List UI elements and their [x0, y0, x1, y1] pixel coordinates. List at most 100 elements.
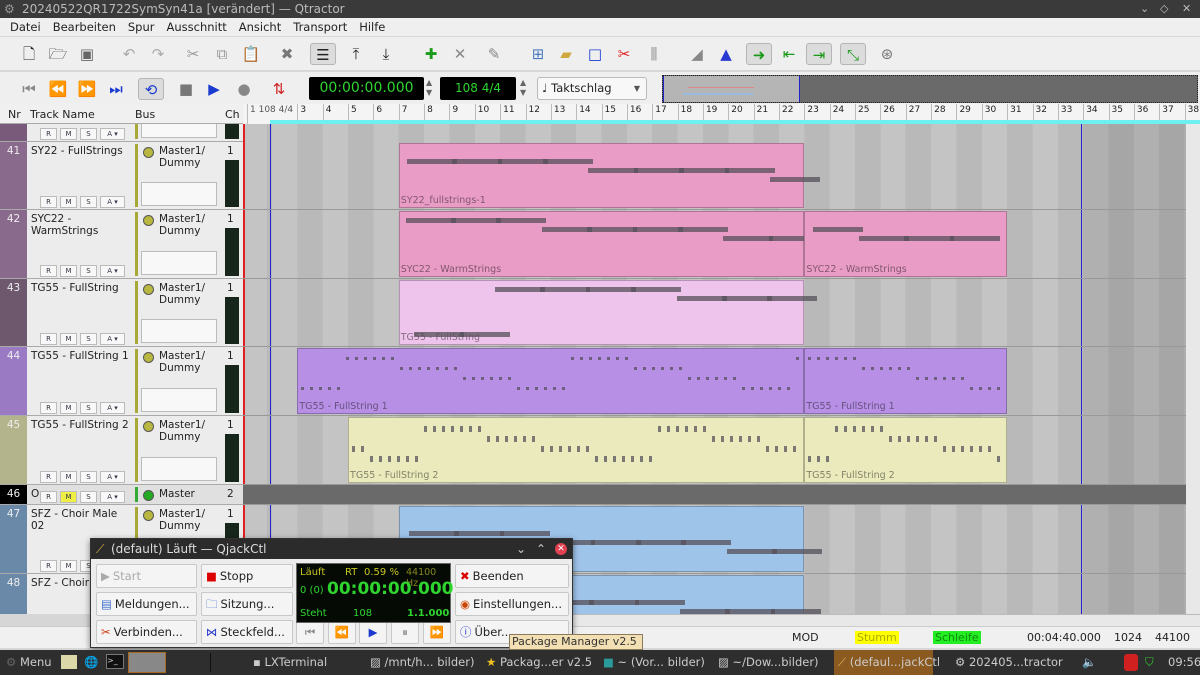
track-bus[interactable]: Master1/ Dummy	[159, 419, 219, 443]
mute-button[interactable]: M	[60, 333, 77, 345]
menu-transport[interactable]: Transport	[293, 20, 347, 34]
snap-select[interactable]: ♩ Taktschlag ▼	[537, 77, 647, 100]
task-downloads-bilder[interactable]: ▨ ~/Dow...bilder)	[718, 650, 819, 675]
track-bus[interactable]: Master	[159, 488, 219, 500]
paste-icon[interactable]: 📋	[240, 43, 262, 65]
play-icon[interactable]: ▶	[203, 78, 225, 100]
copy-icon[interactable]: ⧉	[211, 43, 233, 65]
close-button[interactable]: ✕	[1182, 0, 1191, 18]
shield-icon[interactable]: ⛉	[1145, 650, 1154, 675]
time-spinner[interactable]: ▲ ▼	[426, 78, 432, 98]
task-package-manager[interactable]: ★ Packag...er v2.5	[486, 650, 592, 675]
punch-icon[interactable]: ⇅	[268, 78, 290, 100]
track-bus[interactable]: Master1/ Dummy	[159, 213, 219, 237]
track-plugin-box[interactable]	[141, 319, 217, 343]
connections-icon[interactable]: ✂	[613, 43, 635, 65]
record-arm-button[interactable]: R	[40, 402, 57, 414]
track-name[interactable]: TG55 - FullString	[31, 282, 131, 294]
punch-out-icon[interactable]: ⇥	[806, 43, 832, 65]
qjackctl-maximize[interactable]: ⌃	[536, 539, 546, 559]
rewind-start-icon[interactable]: ⏮	[18, 78, 40, 100]
track-row[interactable]: 46 O Master 2 RMSA ▾	[0, 485, 243, 505]
col-nr[interactable]: Nr	[8, 108, 21, 121]
follow-playhead-icon[interactable]: ➜	[746, 43, 772, 65]
solo-button[interactable]: S	[80, 491, 97, 503]
connect-button[interactable]: ✂ Verbinden...	[96, 620, 197, 644]
track-bus[interactable]: Master1/ Dummy	[159, 145, 219, 169]
task-mnt-bilder[interactable]: ▨ /mnt/h... bilder)	[370, 650, 474, 675]
track-lane[interactable]: SY22_fullstrings-1	[243, 142, 1186, 210]
stop-button[interactable]: ■ Stopp	[201, 564, 293, 588]
volume-icon[interactable]: 🔈	[1082, 650, 1096, 675]
clip[interactable]: SYC22 - WarmStrings	[398, 211, 819, 277]
automation-button[interactable]: A ▾	[100, 265, 125, 277]
automation-button[interactable]: A ▾	[100, 196, 125, 208]
task-qtractor[interactable]: ⚙ 202405...tractor	[955, 650, 1063, 675]
remove-clip-icon[interactable]: ✕	[449, 43, 471, 65]
record-arm-button[interactable]: R	[40, 333, 57, 345]
terminal-icon[interactable]: >_	[106, 654, 124, 669]
delete-icon[interactable]: ✖	[276, 43, 298, 65]
mute-button[interactable]: M	[60, 402, 77, 414]
track-plugin-box[interactable]	[141, 388, 217, 412]
jack-rewind-start-button[interactable]: ⏮	[296, 620, 324, 644]
auto-icon[interactable]: ⤡	[840, 43, 866, 65]
metronome-icon[interactable]: ▲	[715, 43, 737, 65]
jack-play-button[interactable]: ▶	[359, 620, 387, 644]
clip[interactable]: TG55 - FullString 1	[297, 348, 805, 414]
track-row[interactable]: 42 SYC22 - WarmStrings Master1/ Dummy 1 …	[0, 210, 243, 279]
track-name[interactable]: SY22 - FullStrings	[31, 145, 131, 157]
setup-button[interactable]: ◉ Einstellungen...	[455, 592, 569, 616]
add-track-icon[interactable]: ⤒	[345, 43, 367, 65]
track-name[interactable]: TG55 - FullString 1	[31, 350, 131, 362]
record-icon[interactable]: ●	[233, 78, 255, 100]
track-row[interactable]: 41 SY22 - FullStrings Master1/ Dummy 1 R…	[0, 142, 243, 210]
solo-button[interactable]: S	[80, 196, 97, 208]
forward-end-icon[interactable]: ⏭	[105, 78, 127, 100]
tempo-display[interactable]: 108 4/4	[440, 77, 516, 100]
track-name[interactable]: SFZ - Choir Male 02	[31, 508, 131, 532]
undo-icon[interactable]: ↶	[118, 43, 140, 65]
menu-ausschnitt[interactable]: Ausschnitt	[167, 20, 227, 34]
solo-button[interactable]: S	[80, 402, 97, 414]
new-file-icon[interactable]: 🗋	[18, 43, 40, 65]
overview-thumbnail[interactable]	[662, 75, 1198, 103]
start-button[interactable]: ▶ Start	[96, 564, 197, 588]
track-lane[interactable]: TG55 - FullString 1 TG55 - FullString 1	[243, 347, 1186, 416]
menu-button[interactable]: ⚙ Menu	[6, 650, 52, 675]
instrument-icon[interactable]: ◢	[686, 43, 708, 65]
record-arm-button[interactable]: R	[40, 196, 57, 208]
menu-hilfe[interactable]: Hilfe	[359, 20, 385, 34]
mute-button[interactable]: M	[60, 196, 77, 208]
time-display[interactable]: 00:00:00.000	[309, 77, 424, 100]
window-icon[interactable]: □	[584, 43, 606, 65]
patchbay-button[interactable]: ⋈ Steckfeld...	[201, 620, 293, 644]
browser-icon[interactable]: 🌐	[84, 650, 98, 675]
vertical-scrollbar[interactable]	[1186, 124, 1200, 614]
track-lane[interactable]	[243, 485, 1186, 505]
qjackctl-close[interactable]: ✕	[555, 543, 567, 555]
clip[interactable]: TG55 - FullString 2	[348, 417, 805, 483]
track-bus[interactable]: Master1/ Dummy	[159, 508, 219, 532]
track-bus[interactable]: Master1/ Dummy	[159, 282, 219, 306]
storage-icon[interactable]	[1124, 654, 1138, 671]
qjackctl-minimize[interactable]: ⌄	[516, 539, 526, 559]
folder-icon[interactable]: ▰	[555, 43, 577, 65]
edit-mode-icon[interactable]: ☰	[310, 43, 336, 65]
clip[interactable]: SYC22 - WarmStrings	[804, 211, 1008, 277]
track-row[interactable]: 45 TG55 - FullString 2 Master1/ Dummy 1 …	[0, 416, 243, 485]
clip[interactable]: TG55 - FullString 2	[804, 417, 1008, 483]
track-plugin-box[interactable]	[141, 457, 217, 481]
col-ch[interactable]: Ch	[225, 108, 240, 121]
track-plugin-box[interactable]	[141, 251, 217, 275]
record-arm-button[interactable]: R	[40, 471, 57, 483]
record-arm-button[interactable]: R	[40, 491, 57, 503]
automation-button[interactable]: A ▾	[100, 491, 125, 503]
loop-icon[interactable]: ⟲	[138, 78, 164, 100]
tempo-spinner[interactable]: ▲ ▼	[520, 78, 526, 98]
redo-icon[interactable]: ↷	[147, 43, 169, 65]
clip[interactable]: TG55 - FullString	[398, 280, 818, 345]
clip[interactable]: TG55 - FullString 1	[804, 348, 1008, 414]
menu-bearbeiten[interactable]: Bearbeiten	[53, 20, 116, 34]
jack-pause-button[interactable]: ⏸	[391, 620, 419, 644]
